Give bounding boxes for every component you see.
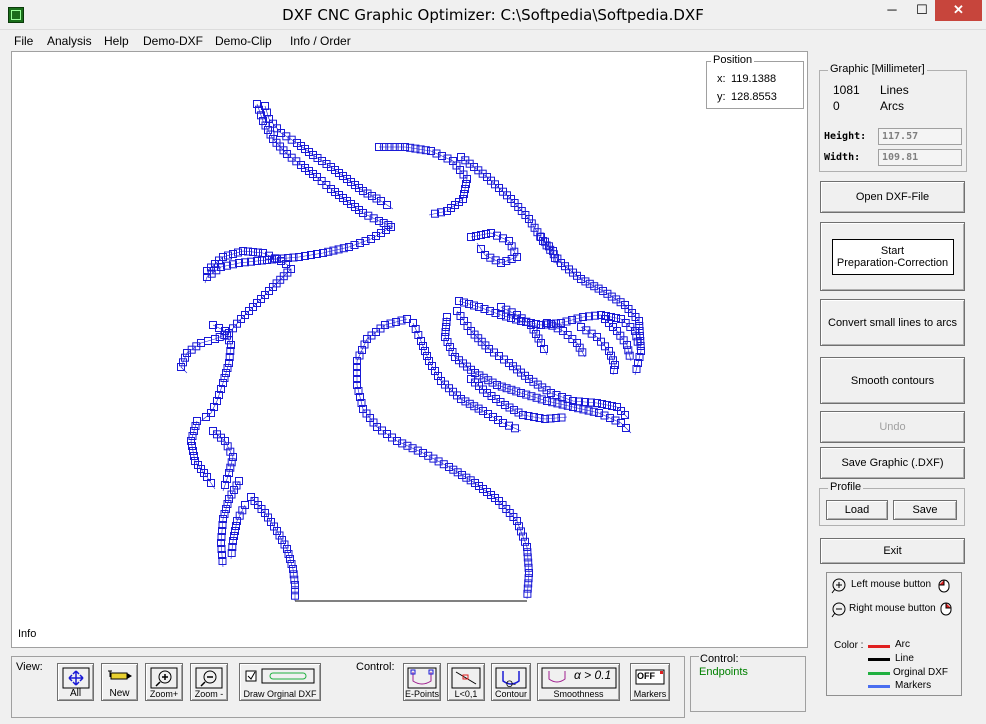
zoom-out-button[interactable]: Zoom - — [190, 663, 228, 701]
left-mouse-label: Left mouse button — [851, 579, 932, 590]
arc-color-swatch — [868, 645, 890, 648]
draw-original-icon — [245, 668, 315, 684]
view-new-button[interactable]: New — [101, 663, 138, 701]
arcs-count: 0 — [833, 99, 840, 113]
zoom-in-button[interactable]: Zoom+ — [145, 663, 183, 701]
exit-button[interactable]: Exit — [820, 538, 965, 564]
view-new-caption: New — [109, 688, 130, 699]
menu-file[interactable]: File — [14, 34, 33, 48]
start-line1: Start — [880, 244, 905, 257]
control-status-panel: Control: Endpoints — [690, 653, 806, 712]
control-status-value: Endpoints — [699, 666, 748, 678]
e-points-icon — [407, 667, 437, 689]
l-threshold-button[interactable]: L<0,1 — [447, 663, 485, 701]
zoom-out-caption: Zoom - — [194, 689, 224, 699]
minimize-button[interactable]: ─ — [878, 0, 906, 21]
info-label: Info — [18, 628, 37, 640]
legend-line: Line — [895, 653, 914, 664]
draw-original-button[interactable]: Draw Orginal DXF — [239, 663, 321, 701]
position-x-value: 119.1388 — [731, 73, 777, 85]
contour-line — [204, 226, 392, 284]
l-threshold-caption: L<0,1 — [454, 689, 478, 699]
right-mouse-icon — [940, 602, 952, 616]
right-mouse-label: Right mouse button — [849, 603, 936, 614]
height-label: Height: — [824, 131, 867, 142]
lines-label: Lines — [880, 83, 909, 97]
start-line2: Preparation-Correction — [836, 256, 949, 269]
position-title: Position — [711, 54, 755, 66]
markers-color-swatch — [868, 685, 890, 688]
markers-caption: Markers — [633, 689, 667, 699]
o-contour-caption: O-Contour — [494, 679, 528, 699]
legend-original-dxf: Orginal DXF — [893, 667, 949, 678]
zoom-out-mouse-icon — [831, 602, 846, 618]
view-all-caption: All — [69, 688, 82, 699]
short-line-icon — [451, 667, 481, 689]
start-correction-container: Start Preparation-Correction — [820, 222, 965, 291]
menu-bar: File Analysis Help Demo-DXF Demo-Clip In… — [0, 31, 986, 51]
arcs-label: Arcs — [880, 99, 904, 113]
smooth-contours-button[interactable]: Smooth contours — [820, 357, 965, 404]
open-dxf-button[interactable]: Open DXF-File — [820, 181, 965, 213]
line-color-swatch — [868, 658, 890, 661]
menu-help[interactable]: Help — [104, 34, 129, 48]
left-mouse-icon — [938, 579, 950, 593]
zoom-out-icon — [195, 667, 223, 689]
control-label: Control: — [356, 661, 395, 673]
e-points-caption: E-Points — [404, 689, 439, 699]
drawing-canvas[interactable] — [11, 51, 808, 648]
graphic-info-title: Graphic [Millimeter] — [828, 63, 927, 75]
e-points-button[interactable]: E-Points — [403, 663, 441, 701]
maximize-button[interactable]: ☐ — [908, 0, 936, 21]
zoom-in-icon — [150, 667, 178, 689]
save-graphic-button[interactable]: Save Graphic (.DXF) — [820, 447, 965, 479]
color-label: Color : — [834, 640, 864, 651]
contour-line — [256, 103, 394, 228]
markers-button[interactable]: OFF Markers — [630, 663, 670, 701]
window-title: DXF CNC Graphic Optimizer: C:\Softpedia\… — [282, 6, 704, 24]
markers-dot-icon — [660, 671, 663, 674]
contour-line — [356, 318, 530, 600]
zoom-in-caption: Zoom+ — [149, 689, 179, 699]
position-panel: Position x: 119.1388 y: 128.8553 — [706, 54, 804, 109]
position-y-label: y: — [717, 91, 726, 103]
pencil-icon — [107, 670, 132, 680]
zoom-in-mouse-icon — [831, 578, 846, 594]
legend-arc: Arc — [895, 639, 910, 650]
profile-save-button[interactable]: Save — [893, 500, 957, 520]
smoothness-button[interactable]: α > 0.1 Smoothness — [537, 663, 620, 701]
convert-arcs-button[interactable]: Convert small lines to arcs — [820, 299, 965, 346]
draw-original-caption: Draw Orginal DXF — [243, 689, 317, 699]
o-contour-button[interactable]: O-Contour — [491, 663, 531, 701]
menu-analysis[interactable]: Analysis — [47, 34, 92, 48]
width-label: Width: — [824, 152, 861, 163]
contour-line — [180, 268, 292, 374]
original-dxf-color-swatch — [868, 672, 890, 675]
markers-badge: OFF — [637, 671, 655, 681]
menu-demo-clip[interactable]: Demo-Clip — [215, 34, 272, 48]
start-correction-button[interactable]: Start Preparation-Correction — [831, 238, 954, 275]
position-x-label: x: — [717, 73, 726, 85]
position-y-value: 128.8553 — [731, 91, 777, 103]
smoothness-badge: α > 0.1 — [574, 668, 612, 682]
lines-count: 1081 — [833, 83, 860, 97]
legend-markers: Markers — [895, 680, 932, 691]
title-bar: DXF CNC Graphic Optimizer: C:\Softpedia\… — [0, 0, 986, 30]
width-field: 109.81 — [878, 149, 962, 166]
height-field: 117.57 — [878, 128, 962, 145]
view-label: View: — [16, 661, 43, 673]
control-status-label: Control: — [699, 653, 740, 665]
dragon-drawing — [177, 100, 645, 602]
profile-load-button[interactable]: Load — [826, 500, 888, 520]
menu-info-order[interactable]: Info / Order — [290, 34, 351, 48]
profile-title: Profile — [828, 481, 864, 493]
undo-button[interactable]: Undo — [820, 411, 965, 443]
view-all-button[interactable]: All — [57, 663, 94, 701]
menu-demo-dxf[interactable]: Demo-DXF — [143, 34, 203, 48]
smoothness-caption: Smoothness — [553, 689, 604, 699]
close-button[interactable]: ✕ — [935, 0, 982, 21]
